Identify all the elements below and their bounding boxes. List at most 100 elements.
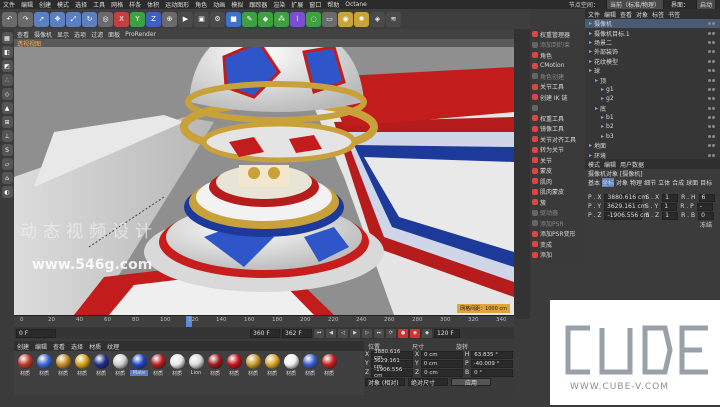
workplane-icon[interactable]: ▱	[1, 158, 13, 170]
material-swatch[interactable]: 材质	[74, 354, 90, 392]
menu-help[interactable]: 帮助	[324, 0, 342, 9]
vp-menu-display[interactable]: 显示	[57, 30, 69, 39]
object-tree-row[interactable]: ▸ g2	[585, 94, 720, 103]
vp-menu-panel[interactable]: 面板	[108, 30, 120, 39]
menu-extensions[interactable]: 扩展	[288, 0, 306, 9]
play-reverse-icon[interactable]: ◁	[338, 328, 348, 338]
character-menu-item[interactable]: 角色创建	[530, 71, 585, 82]
visibility-dots[interactable]	[708, 134, 720, 138]
visibility-dots[interactable]	[708, 50, 720, 54]
coord-input[interactable]: -1906.556 cm	[371, 367, 413, 379]
menu-tools[interactable]: 工具	[90, 0, 108, 9]
coord-input[interactable]: 0 °	[471, 368, 513, 377]
light-icon[interactable]: ✹	[354, 11, 369, 27]
recent-icon[interactable]: ◎	[98, 11, 113, 27]
visibility-dots[interactable]	[708, 87, 720, 91]
object-tree-row[interactable]: ▸ b1	[585, 113, 720, 122]
object-tree-row[interactable]: ▸ 底	[585, 104, 720, 113]
menu-mesh[interactable]: 网格	[108, 0, 126, 9]
material-swatch[interactable]: 材质	[36, 354, 52, 392]
subtab-target[interactable]: 目标	[700, 178, 712, 187]
apply-button[interactable]: 应用	[451, 378, 491, 387]
visibility-dots[interactable]	[708, 78, 720, 82]
points-mode-icon[interactable]: ∴	[1, 74, 13, 86]
coord-value-field[interactable]: 6	[698, 193, 715, 202]
coord-input[interactable]: -40.009 °	[470, 359, 513, 368]
menu-window[interactable]: 窗口	[306, 0, 324, 9]
coord-value-field[interactable]: 3880.616 cm	[604, 193, 647, 202]
visibility-dots[interactable]	[708, 40, 720, 44]
material-swatch[interactable]: 材质	[169, 354, 185, 392]
menu-mograph[interactable]: 运动图形	[162, 0, 192, 9]
coord-value-field[interactable]: 0	[698, 211, 715, 220]
attr-tab-userdata[interactable]: 用户数据	[620, 160, 644, 169]
coord-value-field[interactable]: -	[696, 202, 713, 211]
coord-mode-select[interactable]: 对象 (相对)	[365, 378, 405, 387]
freeze-button[interactable]: 冻结	[700, 220, 712, 229]
material-swatch[interactable]: 材质	[207, 354, 223, 392]
object-tree-row[interactable]: ▸ 摄像机	[585, 19, 720, 29]
material-swatch[interactable]: 材质	[55, 354, 71, 392]
object-tree-row[interactable]: ▸ 花纹模型	[585, 57, 720, 66]
menu-octane[interactable]: Octane	[342, 1, 370, 8]
make-editable-icon[interactable]: ▦	[1, 32, 13, 44]
end-frame-field[interactable]: 360 F	[250, 328, 280, 338]
vp-menu-prorender[interactable]: ProRender	[125, 31, 156, 38]
character-menu-item[interactable]: 关节	[530, 155, 585, 166]
visibility-dots[interactable]	[708, 125, 720, 129]
character-menu-item[interactable]: 肌肉	[530, 176, 585, 187]
character-menu-item[interactable]: 驱动器	[530, 208, 585, 219]
subtab-composition[interactable]: 合成	[672, 178, 684, 187]
menu-render[interactable]: 渲染	[270, 0, 288, 9]
material-swatch[interactable]: 材质	[93, 354, 109, 392]
field-icon[interactable]: ◌	[306, 11, 321, 27]
end-frame-field-2[interactable]: 362 F	[282, 328, 312, 338]
material-swatch[interactable]: 材质	[150, 354, 166, 392]
viewport[interactable]: 动态视频设计 www.546g.com 网格间距：1000 cm	[14, 47, 514, 315]
character-menu-item[interactable]: 蒙皮	[530, 166, 585, 177]
character-menu-item[interactable]: 添加PSR	[530, 218, 585, 229]
coord-value-field[interactable]: 1	[662, 211, 679, 220]
coord-value-field[interactable]: 1	[662, 193, 679, 202]
object-tree-row[interactable]: ▸ 摄像机目标.1	[585, 28, 720, 38]
material-swatch[interactable]: Mate	[130, 354, 148, 392]
om-tab-file[interactable]: 文件	[588, 10, 600, 19]
rotate-icon[interactable]: ↻	[82, 11, 97, 27]
goto-end-icon[interactable]: ⏭	[374, 328, 384, 338]
material-swatch[interactable]: 材质	[17, 354, 33, 392]
character-menu-item[interactable]: 添加	[530, 250, 585, 261]
attr-tab-mode[interactable]: 模式	[588, 160, 600, 169]
scale-icon[interactable]: ⤢	[66, 11, 81, 27]
object-tree-row[interactable]: ▸ b2	[585, 122, 720, 131]
object-tree-row[interactable]: ▸ b3	[585, 132, 720, 141]
object-tree-row[interactable]: ▸ 外部装饰	[585, 47, 720, 56]
character-menu-item[interactable]	[530, 103, 585, 114]
menu-select[interactable]: 选择	[72, 0, 90, 9]
menu-animate[interactable]: 动画	[210, 0, 228, 9]
material-swatch[interactable]: 材质	[321, 354, 337, 392]
render-settings-icon[interactable]: ⚙	[210, 11, 225, 27]
visibility-dots[interactable]	[708, 97, 720, 101]
om-tab-object[interactable]: 对象	[636, 10, 648, 19]
om-tab-bookmarks[interactable]: 书签	[668, 10, 680, 19]
mat-menu-edit[interactable]: 编辑	[35, 342, 47, 351]
vp-menu-view[interactable]: 查看	[17, 30, 29, 39]
coord-input[interactable]: 0 cm	[421, 368, 463, 377]
om-tab-edit[interactable]: 编辑	[604, 10, 616, 19]
character-menu-item[interactable]: 关节工具	[530, 82, 585, 93]
coord-value-field[interactable]: 1	[661, 202, 678, 211]
model-mode-icon[interactable]: ◧	[1, 46, 13, 58]
character-menu-item[interactable]: 权重工具	[530, 113, 585, 124]
menu-volume[interactable]: 体积	[144, 0, 162, 9]
select-icon[interactable]: ➚	[34, 11, 49, 27]
cube-icon[interactable]: ■	[226, 11, 241, 27]
octane-icon[interactable]: ◈	[370, 11, 385, 27]
subtab-coord[interactable]: 坐标	[602, 178, 615, 187]
visibility-dots[interactable]	[708, 31, 720, 35]
coord-system-icon[interactable]: ⊕	[162, 11, 177, 27]
mat-menu-material[interactable]: 材质	[89, 342, 101, 351]
redo-icon[interactable]: ↷	[18, 11, 33, 27]
object-tree-row[interactable]: ▸ 顶	[585, 75, 720, 85]
vp-menu-filter[interactable]: 过滤	[91, 30, 103, 39]
locked-workplane-icon[interactable]: ⌂	[1, 172, 13, 184]
